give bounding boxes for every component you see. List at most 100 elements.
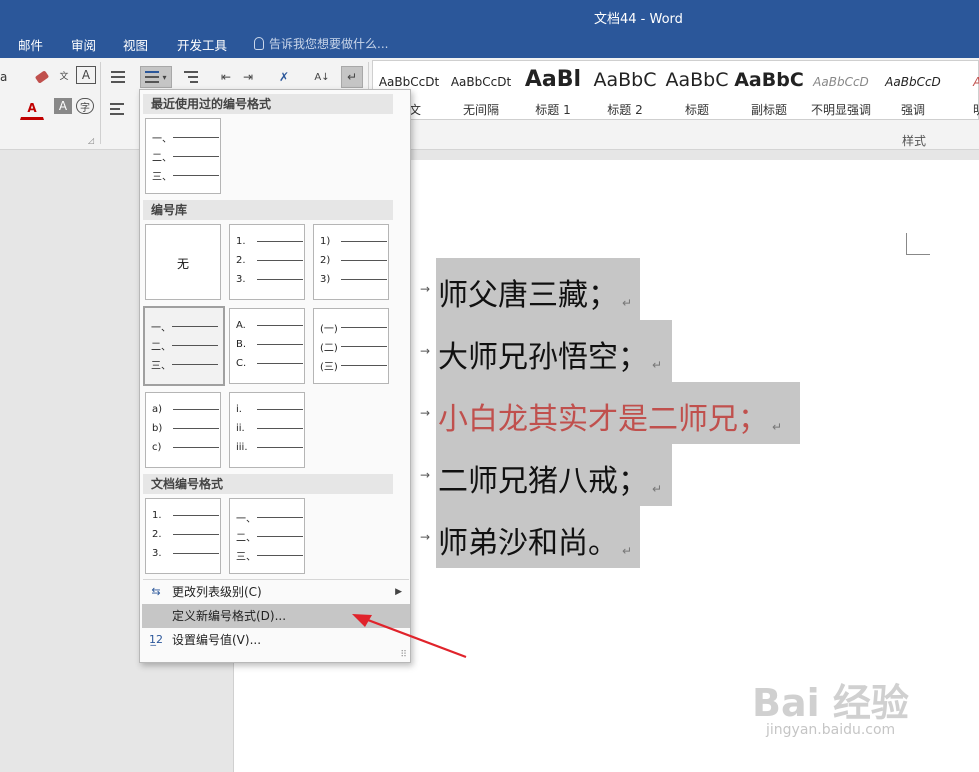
decrease-indent-icon[interactable]: ⇤ <box>216 66 236 88</box>
document-line[interactable]: 师父唐三藏； ↵ <box>438 270 632 314</box>
style-title[interactable]: AaBbC 标题 <box>661 61 733 119</box>
tile-text-line <box>173 428 219 429</box>
font-size-label[interactable]: a <box>0 70 7 84</box>
style-sample: AaB <box>949 75 979 89</box>
paragraph-mark: ↵ <box>772 420 783 434</box>
style-heading-1[interactable]: AaBl 标题 1 <box>517 61 589 119</box>
tile-list-row: 2. <box>236 255 303 266</box>
show-marks-button[interactable]: ↵ <box>341 66 363 88</box>
library-tile[interactable]: A. B. C. <box>229 308 305 384</box>
eraser-icon[interactable] <box>31 66 53 88</box>
tile-text-line <box>257 409 303 410</box>
document-line[interactable]: 师弟沙和尚。 ↵ <box>438 518 632 562</box>
numbering-dropdown: 最近使用过的编号格式 一、 二、 三、 编号库 无 1. 2. 3. 1) 2) 3) 一、… <box>139 89 411 663</box>
baidu-watermark: Bai 经验 jingyan.baidu.com <box>752 672 972 762</box>
tile-text-line <box>172 326 218 327</box>
style-name: 标题 1 <box>535 103 571 117</box>
tile-text-line <box>173 156 219 157</box>
style-subtle-emphasis[interactable]: AaBbCcD 不明显强调 <box>805 61 877 119</box>
paragraph-mark: ↵ <box>652 482 663 496</box>
bullets-button[interactable] <box>105 66 131 88</box>
tab-view[interactable]: 视图 <box>123 35 148 54</box>
numbering-button[interactable]: ▾ <box>140 66 172 88</box>
tile-number-label: 1. <box>152 510 162 521</box>
tile-number-label: A. <box>236 320 246 331</box>
document-line[interactable]: 二师兄猪八戒； ↵ <box>438 456 662 500</box>
document-line[interactable]: 大师兄孙悟空； ↵ <box>438 332 662 376</box>
dialog-launcher-icon[interactable]: ◿ <box>88 136 94 145</box>
tile-number-label: (二) <box>320 343 338 354</box>
document-format-tile[interactable]: 一、 二、 三、 <box>229 498 305 574</box>
library-tile[interactable]: a) b) c) <box>145 392 221 468</box>
increase-indent-icon[interactable]: ⇥ <box>238 66 258 88</box>
tile-number-label: 1) <box>320 236 331 247</box>
library-tile[interactable]: 1) 2) 3) <box>313 224 389 300</box>
tile-list-row: (二) <box>320 339 387 354</box>
library-tile-selected[interactable]: 一、 二、 三、 <box>143 306 225 386</box>
multilevel-list-icon <box>184 71 198 83</box>
tile-number-label: 二、 <box>151 342 171 353</box>
tab-arrow-mark: → <box>420 344 431 358</box>
font-color-icon[interactable]: A <box>20 98 44 120</box>
style-sample: AaBbCcD <box>885 75 941 89</box>
tile-text-line <box>257 241 303 242</box>
sort-icon[interactable]: A↓ <box>311 66 333 88</box>
numbering-none-tile[interactable]: 无 <box>145 224 221 300</box>
tell-me-box[interactable]: 告诉我您想要做什么... <box>254 35 388 52</box>
style-intense[interactable]: AaB 明显 <box>949 61 979 119</box>
tab-arrow-mark: → <box>420 530 431 544</box>
change-list-level-item[interactable]: ⇆ 更改列表级别(C) ▶ <box>142 580 410 604</box>
tile-text-line <box>173 553 219 554</box>
tile-text-line <box>341 346 387 347</box>
change-list-level-label: 更改列表级别(C) <box>172 585 262 599</box>
style-heading-2[interactable]: AaBbC 标题 2 <box>589 61 661 119</box>
tile-list-row: 2. <box>152 529 219 540</box>
style-name: 无间隔 <box>462 103 499 117</box>
margin-corner-mark <box>906 233 930 255</box>
recent-format-tile[interactable]: 一、 二、 三、 <box>145 118 221 194</box>
tile-list-row: 三、 <box>236 548 303 563</box>
style-emphasis[interactable]: AaBbCcD 强调 <box>877 61 949 119</box>
numbered-list-icon <box>145 71 160 83</box>
tile-list-row: A. <box>236 320 303 331</box>
tab-developer[interactable]: 开发工具 <box>177 35 227 54</box>
paragraph-mark: ↵ <box>652 358 663 372</box>
tab-arrow-mark: → <box>420 406 431 420</box>
document-format-tile[interactable]: 1. 2. 3. <box>145 498 221 574</box>
multilevel-list-button[interactable] <box>176 66 206 88</box>
enclose-char-icon[interactable]: 字 <box>76 98 94 114</box>
chinese-layout-icon[interactable]: ✗ <box>270 66 298 88</box>
library-tile[interactable]: 1. 2. 3. <box>229 224 305 300</box>
tile-number-label: (一) <box>320 324 338 335</box>
tab-mailings[interactable]: 邮件 <box>18 35 43 54</box>
char-shading-icon[interactable]: A <box>54 98 72 114</box>
tile-number-label: b) <box>152 423 163 434</box>
numbering-library-header: 编号库 <box>143 200 393 220</box>
char-border-icon[interactable]: A <box>76 66 96 84</box>
tile-text-line <box>173 175 219 176</box>
phonetic-guide-icon[interactable]: 文 <box>54 66 74 88</box>
align-left-icon[interactable] <box>106 98 128 120</box>
style-sample: AaBbC <box>593 69 657 91</box>
style-no-spacing[interactable]: AaBbCcDt 无间隔 <box>445 61 517 119</box>
tile-text-line <box>257 517 303 518</box>
tab-review[interactable]: 审阅 <box>71 35 96 54</box>
tile-list-row: (一) <box>320 320 387 335</box>
tile-list-row: a) <box>152 404 219 415</box>
library-tile[interactable]: i. ii. iii. <box>229 392 305 468</box>
style-sample: AaBbC <box>734 69 804 91</box>
tile-text-line <box>257 536 303 537</box>
tile-number-label: (三) <box>320 362 338 373</box>
lightbulb-icon <box>254 37 264 50</box>
tile-text-line <box>341 365 387 366</box>
line-text: 二师兄猪八戒； <box>438 464 648 499</box>
none-label: 无 <box>176 257 189 271</box>
style-subtitle[interactable]: AaBbC 副标题 <box>733 61 805 119</box>
style-sample: AaBbCcDt <box>378 75 440 89</box>
tile-number-label: 一、 <box>152 134 172 145</box>
watermark-url: jingyan.baidu.com <box>766 722 896 738</box>
tile-text-line <box>257 428 303 429</box>
line-text: 师父唐三藏； <box>438 278 618 313</box>
library-tile[interactable]: (一) (二) (三) <box>313 308 389 384</box>
document-line[interactable]: 小白龙其实才是二师兄； ↵ <box>438 394 782 438</box>
